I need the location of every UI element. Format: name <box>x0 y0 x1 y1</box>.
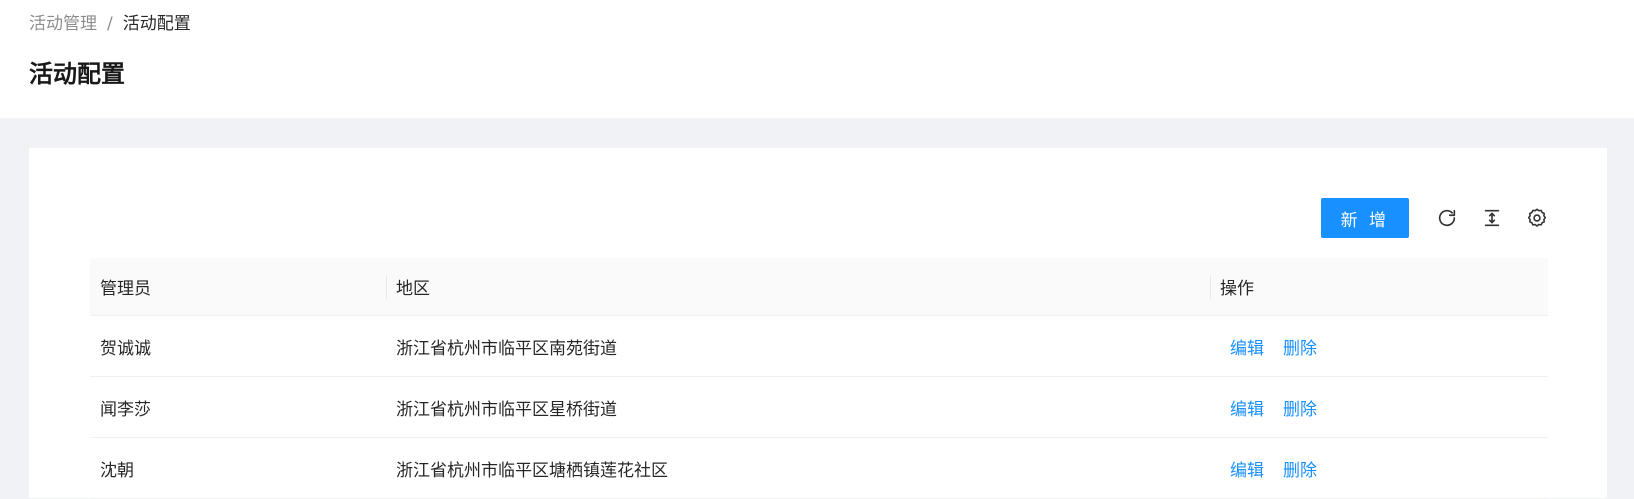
cell-admin: 沈朝 <box>100 460 134 481</box>
breadcrumb-current: 活动配置 <box>122 14 191 34</box>
data-table: 管理员 地区 操作 贺诚诚 浙江省杭州市临平区南苑街道 编辑 删除 闻李莎 浙江… <box>90 258 1548 499</box>
cell-admin: 闻李莎 <box>100 399 151 420</box>
column-header-admin: 管理员 <box>90 258 386 315</box>
delete-link[interactable]: 删除 <box>1283 456 1317 481</box>
breadcrumb: 活动管理 / 活动配置 <box>29 12 191 36</box>
column-header-label: 管理员 <box>100 279 151 299</box>
cell-region: 浙江省杭州市临平区塘栖镇莲花社区 <box>396 460 668 481</box>
cell-actions: 编辑 删除 <box>1210 377 1548 437</box>
table-header: 管理员 地区 操作 <box>90 258 1548 316</box>
delete-link[interactable]: 删除 <box>1283 395 1317 420</box>
table-toolbar: 新 增 <box>1320 198 1549 238</box>
edit-link[interactable]: 编辑 <box>1230 456 1264 481</box>
settings-icon[interactable] <box>1525 206 1549 230</box>
column-header-actions: 操作 <box>1210 258 1548 315</box>
refresh-icon[interactable] <box>1435 206 1459 230</box>
cell-actions: 编辑 删除 <box>1210 438 1548 498</box>
add-button[interactable]: 新 增 <box>1320 198 1409 238</box>
edit-link[interactable]: 编辑 <box>1230 334 1264 359</box>
column-header-label: 操作 <box>1220 279 1254 299</box>
cell-actions: 编辑 删除 <box>1210 316 1548 376</box>
column-divider <box>386 274 387 299</box>
cell-admin: 贺诚诚 <box>100 338 151 359</box>
edit-link[interactable]: 编辑 <box>1230 395 1264 420</box>
column-header-label: 地区 <box>396 279 430 299</box>
table-row: 沈朝 浙江省杭州市临平区塘栖镇莲花社区 编辑 删除 <box>90 438 1548 499</box>
content-card: 新 增 管理员 地区 操作 贺诚诚 浙江省杭州市临平区南苑街道 编辑 删除 闻李… <box>29 148 1607 499</box>
delete-link[interactable]: 删除 <box>1283 334 1317 359</box>
density-icon[interactable] <box>1480 206 1504 230</box>
cell-region: 浙江省杭州市临平区星桥街道 <box>396 399 617 420</box>
table-row: 贺诚诚 浙江省杭州市临平区南苑街道 编辑 删除 <box>90 316 1548 377</box>
breadcrumb-link-activity-management[interactable]: 活动管理 <box>29 14 97 34</box>
column-divider <box>1210 274 1211 299</box>
column-header-region: 地区 <box>386 258 1210 315</box>
page-title: 活动配置 <box>29 60 125 88</box>
cell-region: 浙江省杭州市临平区南苑街道 <box>396 338 617 359</box>
page-header: 活动管理 / 活动配置 活动配置 <box>0 0 1634 118</box>
table-row: 闻李莎 浙江省杭州市临平区星桥街道 编辑 删除 <box>90 377 1548 438</box>
breadcrumb-separator: / <box>107 14 113 34</box>
